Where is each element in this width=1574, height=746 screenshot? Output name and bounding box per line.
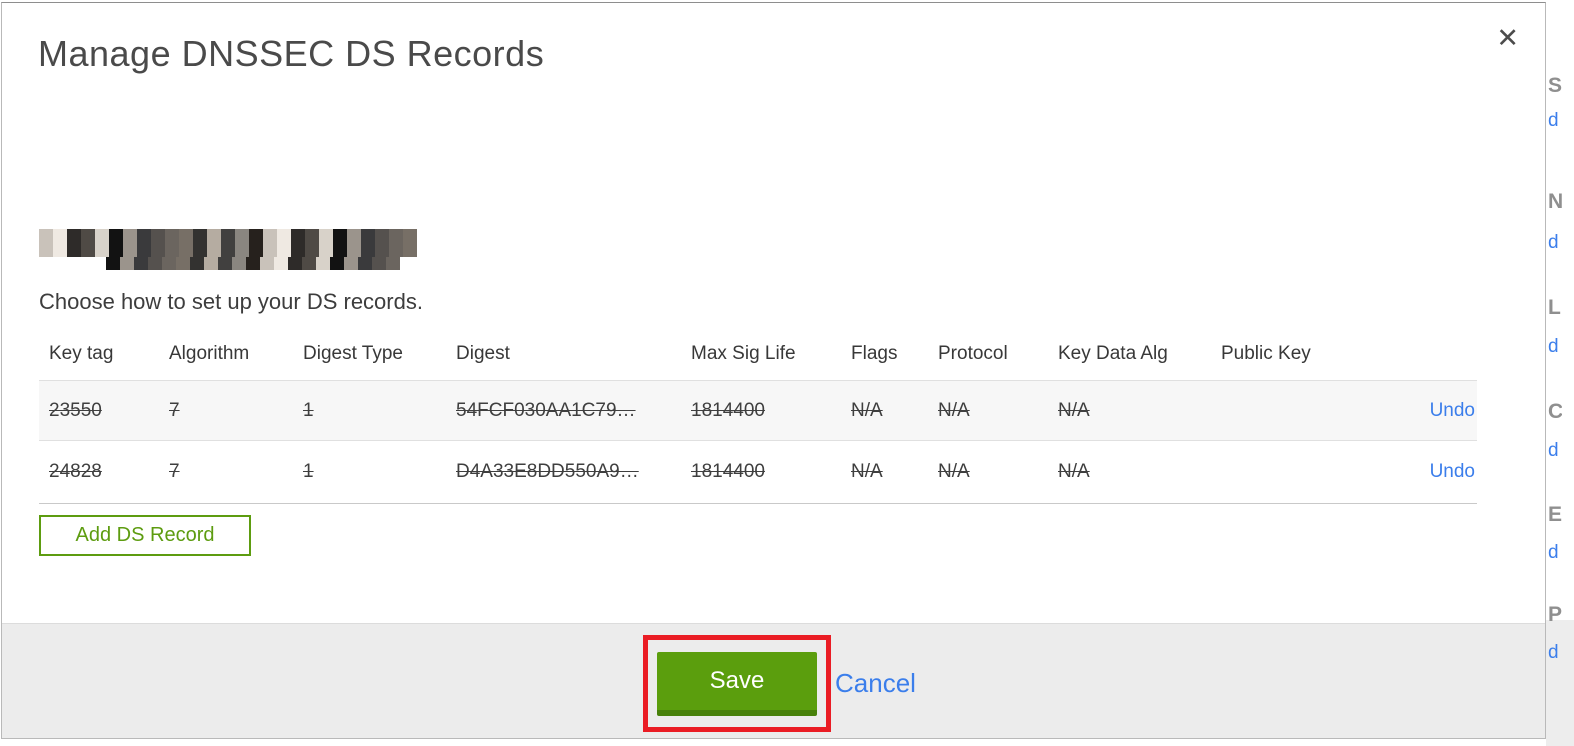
background-text-fragment: E <box>1548 503 1562 526</box>
background-text-fragment: C <box>1548 400 1562 423</box>
undo-link[interactable]: Undo <box>1361 400 1477 422</box>
close-icon[interactable]: ✕ <box>1496 25 1519 52</box>
table-cell: N/A <box>851 399 883 421</box>
add-ds-record-button[interactable]: Add DS Record <box>39 515 251 556</box>
column-header: Digest Type <box>303 343 403 364</box>
save-button[interactable]: Save <box>657 651 817 716</box>
table-cell: 1 <box>303 399 314 421</box>
column-header: Key Data Alg <box>1058 343 1168 364</box>
table-cell: 23550 <box>49 399 102 421</box>
background-link-fragment: d <box>1548 336 1559 357</box>
background-link-fragment: d <box>1548 542 1559 563</box>
undo-link[interactable]: Undo <box>1361 461 1477 483</box>
table-row: 23550 7 1 54FCF030AA1C79… 1814400 N/A N/A N/A Un… <box>39 380 1477 440</box>
background-link-fragment: d <box>1548 440 1559 461</box>
table-cell: N/A <box>1058 399 1090 421</box>
background-page-strip: S N L C E Pd d d d d d <box>1546 0 1574 746</box>
page-title: Manage DNSSEC DS Records <box>38 33 545 74</box>
annotation-red-box: Save <box>643 635 831 732</box>
table-header-row: Key tag Algorithm Digest Type Digest Max Sig… <box>39 328 1477 380</box>
background-text-fragment: N <box>1548 190 1562 213</box>
cancel-link[interactable]: Cancel <box>835 668 916 699</box>
table-row: 24828 7 1 D4A33E8DD550A9… 1814400 N/A N/A N/A Un… <box>39 440 1477 504</box>
table-cell: N/A <box>1058 461 1090 482</box>
background-link-fragment: d <box>1548 642 1559 663</box>
table-cell: 54FCF030AA1C79… <box>456 399 636 421</box>
column-header: Algorithm <box>169 343 250 364</box>
subtitle: Choose how to set up your DS records. <box>39 289 423 314</box>
table-cell: 1 <box>303 461 314 482</box>
column-header: Max Sig Life <box>691 343 796 364</box>
table-cell: 24828 <box>49 461 102 482</box>
column-header: Key tag <box>49 343 114 364</box>
table-cell: 7 <box>169 399 180 421</box>
ds-records-table: Key tag Algorithm Digest Type Digest Max Sig… <box>39 328 1477 504</box>
table-cell: 7 <box>169 461 180 482</box>
table-cell: 1814400 <box>691 399 765 421</box>
table-cell: N/A <box>851 461 883 482</box>
column-header: Flags <box>851 343 898 364</box>
background-text-fragment: P <box>1548 603 1562 626</box>
redacted-domain <box>39 229 417 257</box>
table-cell: N/A <box>938 399 970 421</box>
background-link-fragment: d <box>1548 110 1559 131</box>
table-cell: D4A33E8DD550A9… <box>456 461 639 482</box>
column-header: Public Key <box>1221 343 1311 364</box>
background-text-fragment: L <box>1548 296 1561 319</box>
background-link-fragment: d <box>1548 232 1559 253</box>
modal-footer: Save Cancel <box>2 623 1545 738</box>
background-page-footer <box>1546 620 1574 746</box>
column-header: Protocol <box>938 343 1008 364</box>
redacted-domain-line2 <box>106 257 400 270</box>
table-cell: N/A <box>938 461 970 482</box>
dnssec-modal: ✕ Manage DNSSEC DS Records Choose how to… <box>1 2 1546 739</box>
table-cell: 1814400 <box>691 461 765 482</box>
background-text-fragment: S <box>1548 74 1562 97</box>
column-header: Digest <box>456 343 510 364</box>
